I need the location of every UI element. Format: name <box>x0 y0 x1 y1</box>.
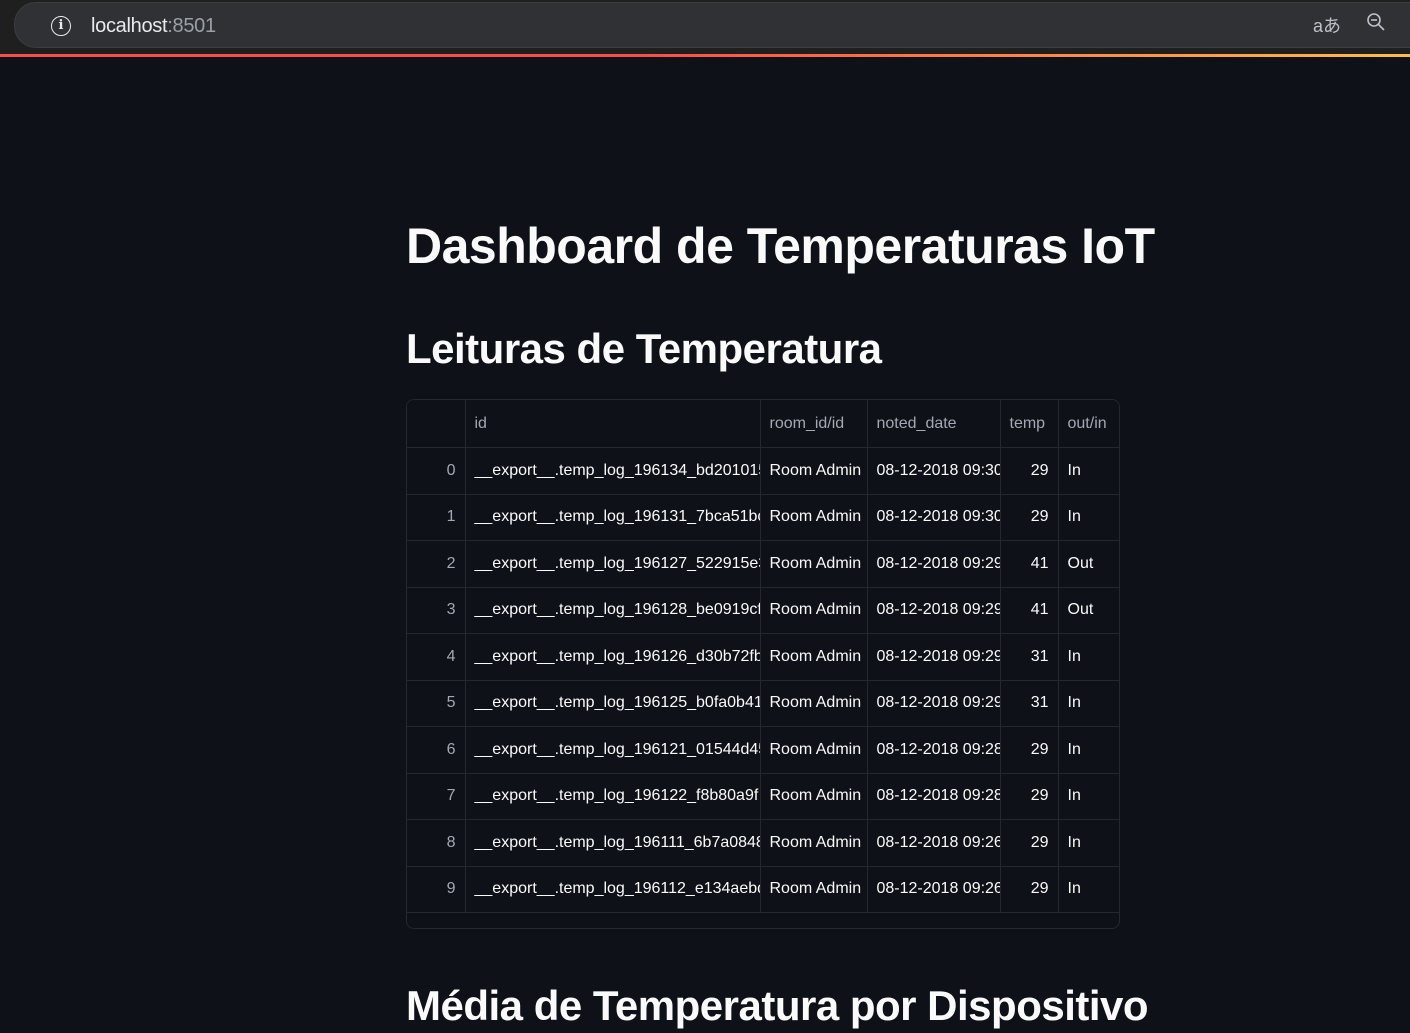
url-host: localhost <box>91 15 168 37</box>
cell-temp[interactable]: 31 <box>1000 680 1059 727</box>
column-header-room[interactable]: room_id/id <box>760 400 868 448</box>
cell-id[interactable]: __export__.temp_log_196111_6b7a0848 <box>465 819 761 867</box>
cell-date[interactable]: 08-12-2018 09:29 <box>867 540 1001 588</box>
cell-date[interactable]: 08-12-2018 09:30 <box>867 447 1001 495</box>
table-row: 1 __export__.temp_log_196131_7bca51bc Room… <box>407 494 1119 541</box>
table-row: 4 __export__.temp_log_196126_d30b72fb Room… <box>407 633 1119 681</box>
address-bar[interactable]: i localhost:8501 <box>14 2 1410 48</box>
row-index[interactable]: 9 <box>407 866 466 913</box>
cell-room[interactable]: Room Admin <box>760 819 868 867</box>
cell-temp[interactable]: 29 <box>1000 726 1059 774</box>
row-index[interactable]: 1 <box>407 494 466 541</box>
cell-outin[interactable]: In <box>1058 773 1119 820</box>
cell-id[interactable]: __export__.temp_log_196134_bd201015 <box>465 447 761 495</box>
cell-temp[interactable]: 29 <box>1000 819 1059 867</box>
cell-id[interactable]: __export__.temp_log_196121_01544d45 <box>465 726 761 774</box>
page-title: Dashboard de Temperaturas IoT <box>406 218 1155 274</box>
row-index[interactable]: 0 <box>407 447 466 495</box>
cell-date[interactable]: 08-12-2018 09:30 <box>867 494 1001 541</box>
cell-id[interactable]: __export__.temp_log_196126_d30b72fb <box>465 633 761 681</box>
section-title-readings: Leituras de Temperatura <box>406 325 882 372</box>
cell-outin[interactable]: In <box>1058 866 1119 913</box>
cell-room[interactable]: Room Admin <box>760 494 868 541</box>
cell-date[interactable]: 08-12-2018 09:26 <box>867 866 1001 913</box>
cell-room[interactable]: Room Admin <box>760 866 868 913</box>
column-header-outin[interactable]: out/in <box>1058 400 1119 448</box>
readings-dataframe[interactable]: id room_id/id noted_date temp out/in 0 __… <box>406 399 1120 929</box>
cell-room[interactable]: Room Admin <box>760 587 868 634</box>
table-row: 8 __export__.temp_log_196111_6b7a0848 Room… <box>407 819 1119 867</box>
cell-temp[interactable]: 41 <box>1000 540 1059 588</box>
cell-date[interactable]: 08-12-2018 09:29 <box>867 680 1001 727</box>
column-header-temp[interactable]: temp <box>1000 400 1059 448</box>
table-row: 2 __export__.temp_log_196127_522915e3 Room… <box>407 540 1119 588</box>
readings-table: id room_id/id noted_date temp out/in 0 __… <box>407 400 1119 913</box>
cell-date[interactable]: 08-12-2018 09:28 <box>867 773 1001 820</box>
table-row: 0 __export__.temp_log_196134_bd201015 Room… <box>407 447 1119 495</box>
cell-outin[interactable]: In <box>1058 726 1119 774</box>
cell-id[interactable]: __export__.temp_log_196125_b0fa0b41 <box>465 680 761 727</box>
cell-date[interactable]: 08-12-2018 09:29 <box>867 587 1001 634</box>
cell-outin[interactable]: In <box>1058 447 1119 495</box>
cell-room[interactable]: Room Admin <box>760 540 868 588</box>
table-row: 3 __export__.temp_log_196128_be0919cf Room… <box>407 587 1119 634</box>
column-header-date[interactable]: noted_date <box>867 400 1001 448</box>
cell-outin[interactable]: In <box>1058 680 1119 727</box>
cell-id[interactable]: __export__.temp_log_196112_e134aebd <box>465 866 761 913</box>
cell-date[interactable]: 08-12-2018 09:29 <box>867 633 1001 681</box>
row-index[interactable]: 7 <box>407 773 466 820</box>
cell-temp[interactable]: 29 <box>1000 494 1059 541</box>
zoom-out-icon[interactable] <box>1366 12 1386 32</box>
url-text[interactable]: localhost:8501 <box>91 15 216 38</box>
cell-room[interactable]: Room Admin <box>760 447 868 495</box>
table-row: 6 __export__.temp_log_196121_01544d45 Room… <box>407 726 1119 774</box>
header-decoration-line <box>0 54 1410 57</box>
cell-temp[interactable]: 29 <box>1000 447 1059 495</box>
cell-id[interactable]: __export__.temp_log_196131_7bca51bc <box>465 494 761 541</box>
cell-outin[interactable]: In <box>1058 494 1119 541</box>
column-header-index[interactable] <box>407 400 466 448</box>
cell-temp[interactable]: 31 <box>1000 633 1059 681</box>
section-title-average: Média de Temperatura por Dispositivo <box>406 982 1149 1029</box>
table-row: 7 __export__.temp_log_196122_f8b80a9f Room… <box>407 773 1119 820</box>
cell-date[interactable]: 08-12-2018 09:28 <box>867 726 1001 774</box>
cell-room[interactable]: Room Admin <box>760 633 868 681</box>
cell-room[interactable]: Room Admin <box>760 773 868 820</box>
browser-toolbar: i localhost:8501 aあ <box>0 0 1410 54</box>
row-index[interactable]: 5 <box>407 680 466 727</box>
table-row: 9 __export__.temp_log_196112_e134aebd Room… <box>407 866 1119 913</box>
table-row: 5 __export__.temp_log_196125_b0fa0b41 Room… <box>407 680 1119 727</box>
cell-temp[interactable]: 29 <box>1000 866 1059 913</box>
translate-icon[interactable]: aあ <box>1313 12 1341 38</box>
cell-temp[interactable]: 41 <box>1000 587 1059 634</box>
cell-date[interactable]: 08-12-2018 09:26 <box>867 819 1001 867</box>
row-index[interactable]: 2 <box>407 540 466 588</box>
row-index[interactable]: 3 <box>407 587 466 634</box>
cell-id[interactable]: __export__.temp_log_196122_f8b80a9f <box>465 773 761 820</box>
cell-outin[interactable]: Out <box>1058 587 1119 634</box>
cell-outin[interactable]: In <box>1058 819 1119 867</box>
row-index[interactable]: 8 <box>407 819 466 867</box>
cell-outin[interactable]: Out <box>1058 540 1119 588</box>
cell-outin[interactable]: In <box>1058 633 1119 681</box>
cell-id[interactable]: __export__.temp_log_196128_be0919cf <box>465 587 761 634</box>
row-index[interactable]: 6 <box>407 726 466 774</box>
row-index[interactable]: 4 <box>407 633 466 681</box>
info-icon[interactable]: i <box>51 16 71 36</box>
cell-id[interactable]: __export__.temp_log_196127_522915e3 <box>465 540 761 588</box>
url-port: :8501 <box>167 15 216 37</box>
column-header-id[interactable]: id <box>465 400 761 448</box>
cell-room[interactable]: Room Admin <box>760 680 868 727</box>
cell-temp[interactable]: 29 <box>1000 773 1059 820</box>
cell-room[interactable]: Room Admin <box>760 726 868 774</box>
table-header-row: id room_id/id noted_date temp out/in <box>407 400 1119 448</box>
